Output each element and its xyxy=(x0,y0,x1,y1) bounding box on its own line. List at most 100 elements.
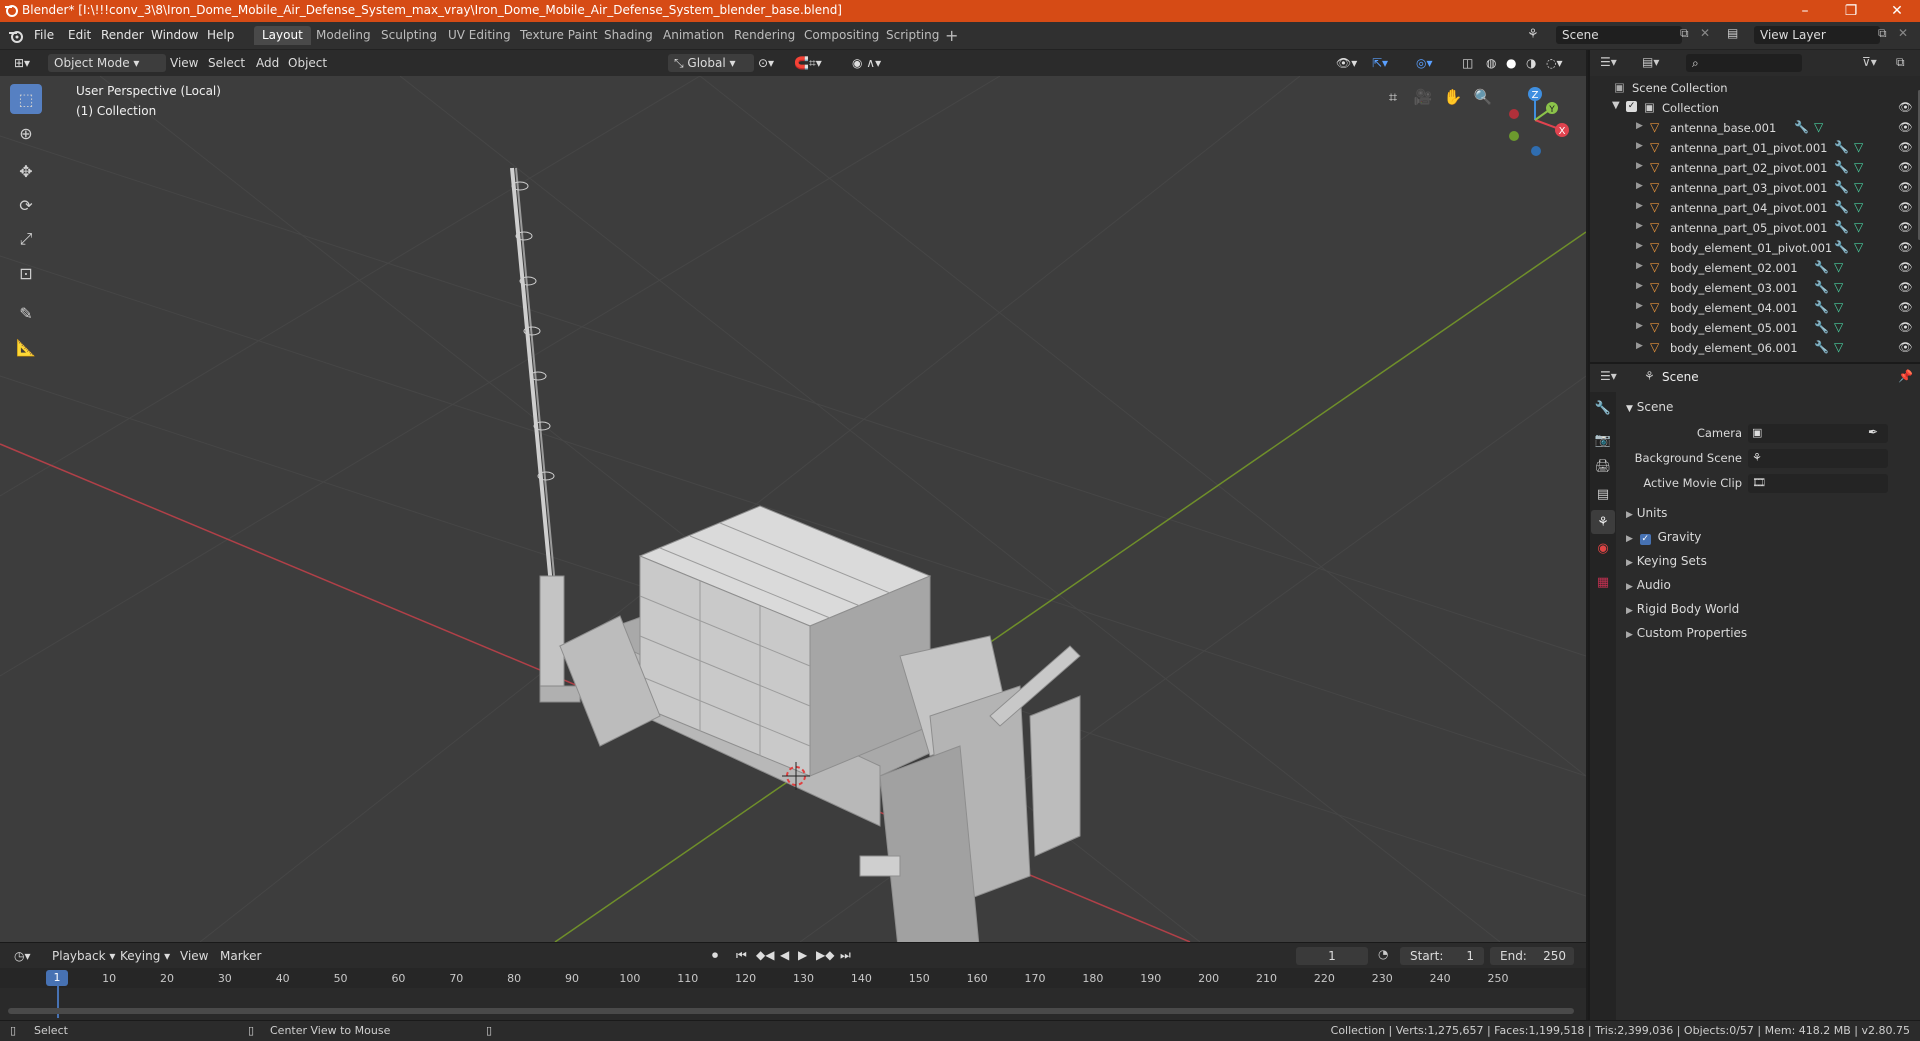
tab-modeling[interactable]: Modeling xyxy=(308,26,379,45)
mesh-data-icon[interactable]: ▽ xyxy=(1854,160,1863,174)
expand-arrow-icon[interactable]: ▶ xyxy=(1636,121,1643,131)
mode-dropdown[interactable]: Object Mode ▾ xyxy=(48,54,166,72)
editor-type-icon[interactable]: ⊞▾ xyxy=(8,54,36,72)
modifier-wrench-icon[interactable]: 🔧 xyxy=(1834,160,1849,174)
jump-keyframe-back-icon[interactable]: ◆◀ xyxy=(756,948,774,962)
collapse-arrow-icon[interactable]: ▼ xyxy=(1612,100,1620,111)
visibility-eye-icon[interactable]: 👁 xyxy=(1898,200,1913,214)
expand-arrow-icon[interactable]: ▶ xyxy=(1636,281,1643,291)
modifier-wrench-icon[interactable]: 🔧 xyxy=(1814,320,1829,334)
modifier-wrench-icon[interactable]: 🔧 xyxy=(1834,200,1849,214)
mesh-data-icon[interactable]: ▽ xyxy=(1854,200,1863,214)
visibility-eye-icon[interactable]: 👁 xyxy=(1898,140,1913,154)
maximize-button[interactable]: ❐ xyxy=(1828,0,1874,22)
visibility-eye-icon[interactable]: 👁 xyxy=(1898,240,1913,254)
tab-animation[interactable]: Animation xyxy=(655,26,732,45)
collection-checkbox[interactable]: ✓ xyxy=(1626,101,1637,112)
mesh-data-icon[interactable]: ▽ xyxy=(1834,300,1843,314)
audio-panel[interactable]: ▶ Audio xyxy=(1626,578,1671,592)
pivot-icon[interactable]: ⊙▾ xyxy=(752,54,780,72)
mesh-data-icon[interactable]: ▽ xyxy=(1834,260,1843,274)
orientation-dropdown[interactable]: ⤡ Global ▾ xyxy=(668,54,754,72)
modifier-wrench-icon[interactable]: 🔧 xyxy=(1814,300,1829,314)
active-movie-clip-field[interactable]: 🎞 xyxy=(1748,474,1888,493)
menu-render[interactable]: Render xyxy=(101,28,144,42)
play-icon[interactable]: ▶ xyxy=(798,948,807,962)
neg-x-axis-icon[interactable] xyxy=(1509,109,1519,119)
grid-toggle-icon[interactable]: ⌗ xyxy=(1380,84,1406,110)
playhead-frame-indicator[interactable]: 1 xyxy=(46,970,68,986)
visibility-icon[interactable]: 👁▾ xyxy=(1330,54,1363,72)
new-view-layer-icon[interactable]: ⧉ xyxy=(1878,26,1887,41)
texture-tab-icon[interactable]: ▦ xyxy=(1591,570,1615,594)
mesh-data-icon[interactable]: ▽ xyxy=(1854,180,1863,194)
blender-menu-icon[interactable] xyxy=(8,28,23,43)
properties-editor-icon[interactable]: ☰▾ xyxy=(1600,369,1617,383)
modifier-wrench-icon[interactable]: 🔧 xyxy=(1834,140,1849,154)
scene-selector-icon[interactable]: ⚘ xyxy=(1527,27,1539,42)
visibility-eye-icon[interactable]: 👁 xyxy=(1898,260,1913,274)
menu-edit[interactable]: Edit xyxy=(68,28,91,42)
gravity-checkbox[interactable]: ✓ xyxy=(1639,534,1651,545)
outliner-object-row[interactable]: ▶ ▽ antenna_base.001 🔧 ▽ 👁 xyxy=(1590,118,1920,138)
keying-sets-panel[interactable]: ▶ Keying Sets xyxy=(1626,554,1707,568)
annotate-tool-icon[interactable]: ✎ xyxy=(10,298,42,328)
visibility-eye-icon[interactable]: 👁 xyxy=(1898,320,1913,334)
camera-view-icon[interactable]: 🎥 xyxy=(1410,84,1436,110)
visibility-eye-icon[interactable]: 👁 xyxy=(1898,100,1913,114)
visibility-eye-icon[interactable]: 👁 xyxy=(1898,120,1913,134)
expand-arrow-icon[interactable]: ▶ xyxy=(1636,161,1643,171)
menu-add[interactable]: Add xyxy=(250,54,285,72)
tab-rendering[interactable]: Rendering xyxy=(726,26,803,45)
modifier-wrench-icon[interactable]: 🔧 xyxy=(1794,120,1809,134)
expand-arrow-icon[interactable]: ▶ xyxy=(1636,241,1643,251)
outliner-object-row[interactable]: ▶ ▽ body_element_01_pivot.001 🔧 ▽ 👁 xyxy=(1590,238,1920,258)
expand-arrow-icon[interactable]: ▶ xyxy=(1636,201,1643,211)
display-mode-icon[interactable]: ▤▾ xyxy=(1642,55,1659,69)
close-button[interactable]: ✕ xyxy=(1874,0,1920,22)
mesh-data-icon[interactable]: ▽ xyxy=(1834,280,1843,294)
outliner-object-row[interactable]: ▶ ▽ body_element_04.001 🔧 ▽ 👁 xyxy=(1590,298,1920,318)
gravity-panel[interactable]: ▶ ✓ Gravity xyxy=(1626,530,1701,545)
new-collection-icon[interactable]: ⧉ xyxy=(1896,55,1905,70)
menu-file[interactable]: File xyxy=(34,28,54,42)
timeline-scrollbar[interactable] xyxy=(8,1008,1574,1014)
proportional-edit-icon[interactable]: ◉ ∧▾ xyxy=(846,54,887,72)
expand-arrow-icon[interactable]: ▶ xyxy=(1636,221,1643,231)
expand-arrow-icon[interactable]: ▶ xyxy=(1636,341,1643,351)
visibility-eye-icon[interactable]: 👁 xyxy=(1898,280,1913,294)
minimize-button[interactable]: – xyxy=(1782,0,1828,22)
units-panel[interactable]: ▶ Units xyxy=(1626,506,1667,520)
playback-menu[interactable]: Playback ▾ xyxy=(46,947,121,965)
menu-view[interactable]: View xyxy=(164,54,204,72)
menu-select[interactable]: Select xyxy=(202,54,251,72)
mesh-data-icon[interactable]: ▽ xyxy=(1854,240,1863,254)
tab-compositing[interactable]: Compositing xyxy=(796,26,887,45)
mesh-data-icon[interactable]: ▽ xyxy=(1834,340,1843,354)
view-layer-icon[interactable]: ▤ xyxy=(1727,26,1738,40)
outliner-search-input[interactable]: ⌕ xyxy=(1686,54,1802,72)
mesh-data-icon[interactable]: ▽ xyxy=(1814,120,1823,134)
tab-uv-editing[interactable]: UV Editing xyxy=(440,26,519,45)
keying-menu[interactable]: Keying ▾ xyxy=(114,947,176,965)
outliner-editor-icon[interactable]: ☰▾ xyxy=(1600,55,1617,69)
tab-sculpting[interactable]: Sculpting xyxy=(373,26,445,45)
outliner-object-row[interactable]: ▶ ▽ antenna_part_05_pivot.001 🔧 ▽ 👁 xyxy=(1590,218,1920,238)
outliner-object-row[interactable]: ▶ ▽ body_element_06.001 🔧 ▽ 👁 xyxy=(1590,338,1920,358)
outliner-object-row[interactable]: ▶ ▽ body_element_05.001 🔧 ▽ 👁 xyxy=(1590,318,1920,338)
pan-hand-icon[interactable]: ✋ xyxy=(1440,84,1466,110)
neg-y-axis-icon[interactable] xyxy=(1509,131,1519,141)
current-frame-field[interactable]: 1 xyxy=(1296,947,1368,965)
start-frame-field[interactable]: Start: 1 xyxy=(1400,947,1484,965)
scale-tool-icon[interactable]: ⤢ xyxy=(10,224,42,254)
jump-end-icon[interactable]: ⏭ xyxy=(840,948,851,963)
timeline-editor-icon[interactable]: ◷▾ xyxy=(8,947,37,965)
expand-arrow-icon[interactable]: ▶ xyxy=(1636,321,1643,331)
neg-z-axis-icon[interactable] xyxy=(1531,146,1541,156)
select-box-tool-icon[interactable]: ⬚ xyxy=(10,84,42,114)
expand-arrow-icon[interactable]: ▶ xyxy=(1636,141,1643,151)
world-tab-icon[interactable]: ◉ xyxy=(1591,536,1615,560)
zoom-icon[interactable]: 🔍 xyxy=(1470,84,1496,110)
xray-icon[interactable]: ◫ xyxy=(1456,54,1479,72)
rotate-tool-icon[interactable]: ⟳ xyxy=(10,190,42,220)
